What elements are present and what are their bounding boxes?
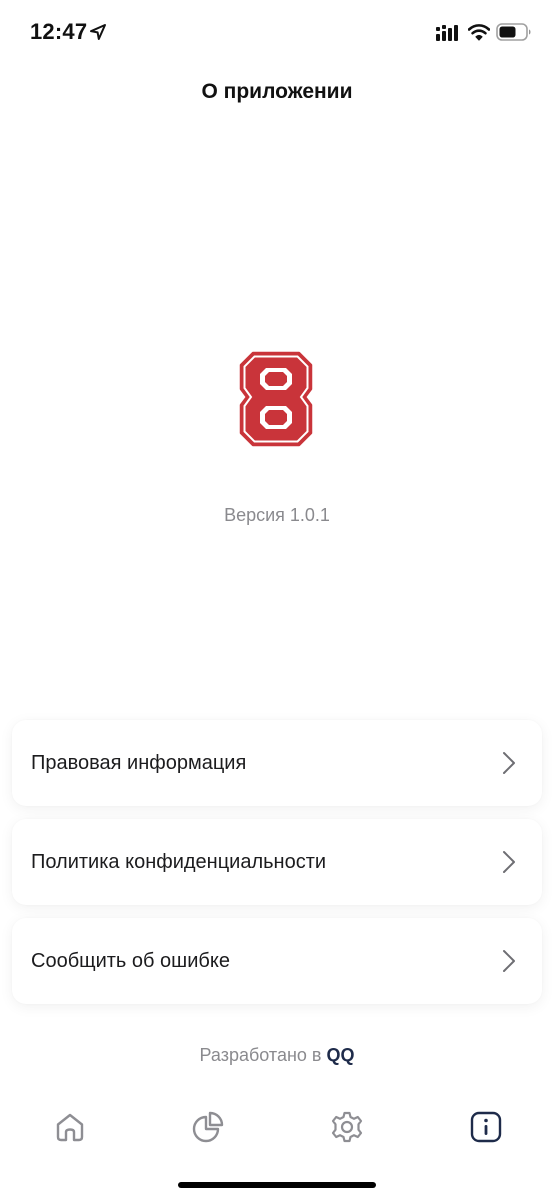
cellular-signal-icon — [436, 25, 458, 41]
developed-by-text: Разработано в QQ — [0, 1045, 554, 1066]
home-icon[interactable] — [53, 1110, 87, 1144]
legal-info-item[interactable]: Правовая информация — [12, 720, 542, 806]
status-time: 12:47 — [30, 19, 88, 44]
menu-item-label: Политика конфиденциальности — [31, 851, 327, 873]
wifi-icon — [468, 24, 490, 41]
menu-item-label: Сообщить об ошибке — [31, 950, 230, 972]
tab-bar — [0, 1100, 554, 1160]
home-indicator — [178, 1182, 376, 1188]
developer-link[interactable]: QQ — [326, 1045, 354, 1065]
menu-item-label: Правовая информация — [31, 752, 247, 774]
app-logo-number-8-icon — [239, 351, 313, 447]
page-title: О приложении — [201, 80, 353, 103]
chevron-right-icon — [503, 851, 515, 873]
privacy-policy-item[interactable]: Политика конфиденциальности — [12, 819, 542, 905]
chevron-right-icon — [503, 950, 515, 972]
developed-by-prefix: Разработано в — [199, 1045, 327, 1065]
gear-icon[interactable] — [330, 1110, 364, 1144]
pie-chart-icon[interactable] — [191, 1110, 225, 1144]
location-arrow-icon — [90, 24, 106, 40]
info-icon[interactable] — [469, 1110, 503, 1144]
report-bug-item[interactable]: Сообщить об ошибке — [12, 918, 542, 1004]
status-bar: 12:47 — [0, 0, 554, 66]
app-version: Версия 1.0.1 — [224, 505, 330, 525]
battery-icon — [496, 23, 531, 41]
chevron-right-icon — [503, 752, 515, 774]
